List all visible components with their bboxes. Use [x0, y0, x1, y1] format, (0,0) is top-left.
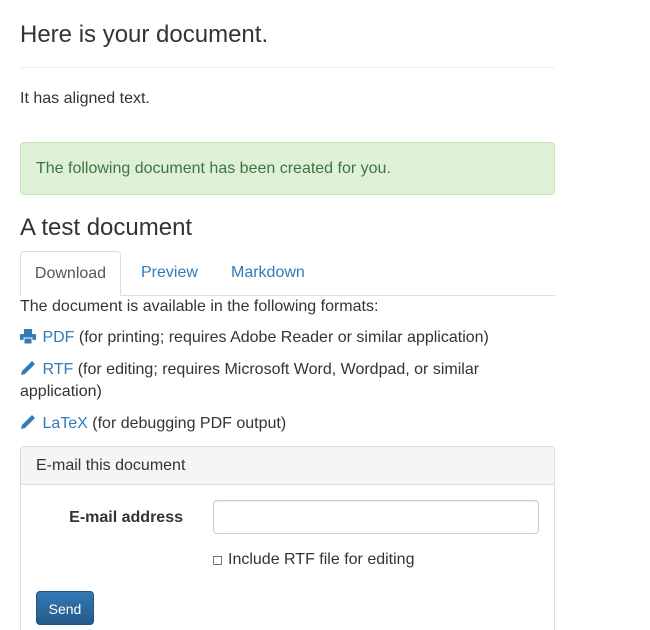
title-divider	[20, 67, 555, 68]
success-alert: The following document has been created …	[20, 142, 555, 195]
tab-preview[interactable]: Preview	[141, 251, 198, 295]
latex-description: (for debugging PDF output)	[92, 415, 287, 432]
latex-link-label: LaTeX	[42, 415, 88, 432]
format-item-latex: LaTeX (for debugging PDF output)	[20, 413, 500, 435]
latex-link[interactable]: LaTeX	[20, 415, 88, 432]
rtf-link[interactable]: RTF	[20, 361, 73, 378]
include-rtf-label[interactable]: Include RTF file for editing	[228, 551, 414, 568]
document-title: A test document	[20, 214, 193, 241]
email-input[interactable]	[213, 500, 539, 534]
pencil-icon	[21, 415, 35, 429]
pencil-icon	[21, 361, 35, 375]
tab-download[interactable]: Download	[20, 251, 121, 296]
rtf-link-label: RTF	[42, 361, 74, 378]
send-button[interactable]: Send	[36, 591, 94, 625]
email-panel-heading: E-mail this document	[21, 447, 554, 485]
print-icon	[20, 329, 36, 345]
page-title: Here is your document.	[20, 21, 269, 48]
format-item-pdf: PDF (for printing; requires Adobe Reader…	[20, 327, 500, 349]
rtf-description: (for editing; requires Microsoft Word, W…	[20, 361, 480, 400]
intro-text: It has aligned text.	[20, 90, 150, 107]
rtf-checkbox-row: Include RTF file for editing	[213, 549, 414, 571]
pdf-link-label: PDF	[42, 329, 75, 346]
format-item-rtf: RTF (for editing; requires Microsoft Wor…	[20, 359, 500, 403]
pdf-link[interactable]: PDF	[20, 329, 74, 346]
tab-bar: Download Preview Markdown	[20, 251, 555, 296]
email-panel: E-mail this document E-mail address Incl…	[20, 446, 555, 630]
alert-text: The following document has been created …	[36, 160, 391, 177]
email-label: E-mail address	[69, 509, 183, 526]
pdf-description: (for printing; requires Adobe Reader or …	[78, 329, 489, 346]
formats-intro: The document is available in the followi…	[20, 298, 379, 315]
tab-markdown[interactable]: Markdown	[231, 251, 305, 295]
include-rtf-checkbox[interactable]	[213, 556, 222, 565]
